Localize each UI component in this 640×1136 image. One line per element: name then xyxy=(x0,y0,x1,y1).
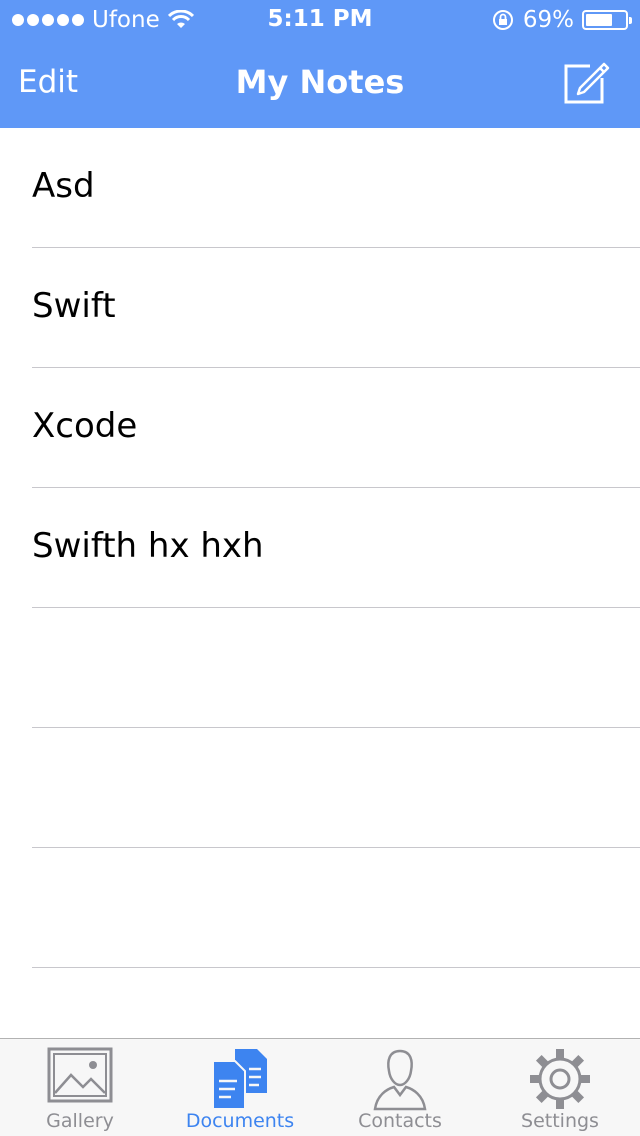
note-row[interactable]: Swift xyxy=(0,248,640,368)
settings-icon xyxy=(525,1047,595,1111)
tab-label: Gallery xyxy=(46,1110,114,1132)
note-row[interactable]: Xcode xyxy=(0,368,640,488)
documents-icon xyxy=(205,1047,275,1111)
note-row[interactable] xyxy=(0,608,640,728)
tab-contacts[interactable]: Contacts xyxy=(320,1039,480,1136)
page-title: My Notes xyxy=(235,63,405,101)
battery-percent: 69% xyxy=(522,7,574,33)
note-title: Swift xyxy=(32,286,116,326)
navigation-bar: Edit My Notes xyxy=(0,40,640,128)
status-bar: Ufone 5:11 PM 69% xyxy=(0,0,640,40)
note-title: Asd xyxy=(32,166,95,206)
note-row[interactable] xyxy=(0,848,640,968)
contacts-icon xyxy=(365,1047,435,1111)
note-row[interactable]: Asd xyxy=(0,128,640,248)
gallery-icon xyxy=(45,1047,115,1111)
top-bar: Ufone 5:11 PM 69% Edit My Notes xyxy=(0,0,640,128)
orientation-lock-icon xyxy=(492,10,513,30)
battery-icon xyxy=(582,10,632,30)
tab-settings[interactable]: Settings xyxy=(480,1039,640,1136)
tab-gallery[interactable]: Gallery xyxy=(0,1039,160,1136)
note-row[interactable] xyxy=(0,728,640,848)
note-row[interactable]: Swifth hx hxh xyxy=(0,488,640,608)
note-title: Xcode xyxy=(32,406,138,446)
notes-list: Asd Swift Xcode Swifth hx hxh xyxy=(0,128,640,1038)
tab-label: Documents xyxy=(185,1110,295,1132)
tab-documents[interactable]: Documents xyxy=(160,1039,320,1136)
tab-label: Contacts xyxy=(358,1110,442,1132)
tab-label: Settings xyxy=(521,1110,599,1132)
tab-bar: Gallery Documents Contacts Settings xyxy=(0,1038,640,1136)
compose-icon[interactable] xyxy=(560,58,610,108)
battery-fill xyxy=(586,14,613,26)
notes-screen: Ufone 5:11 PM 69% Edit My Notes Asd Swif… xyxy=(0,0,640,1136)
note-title: Swifth hx hxh xyxy=(32,526,264,566)
status-right: 69% xyxy=(491,7,632,33)
